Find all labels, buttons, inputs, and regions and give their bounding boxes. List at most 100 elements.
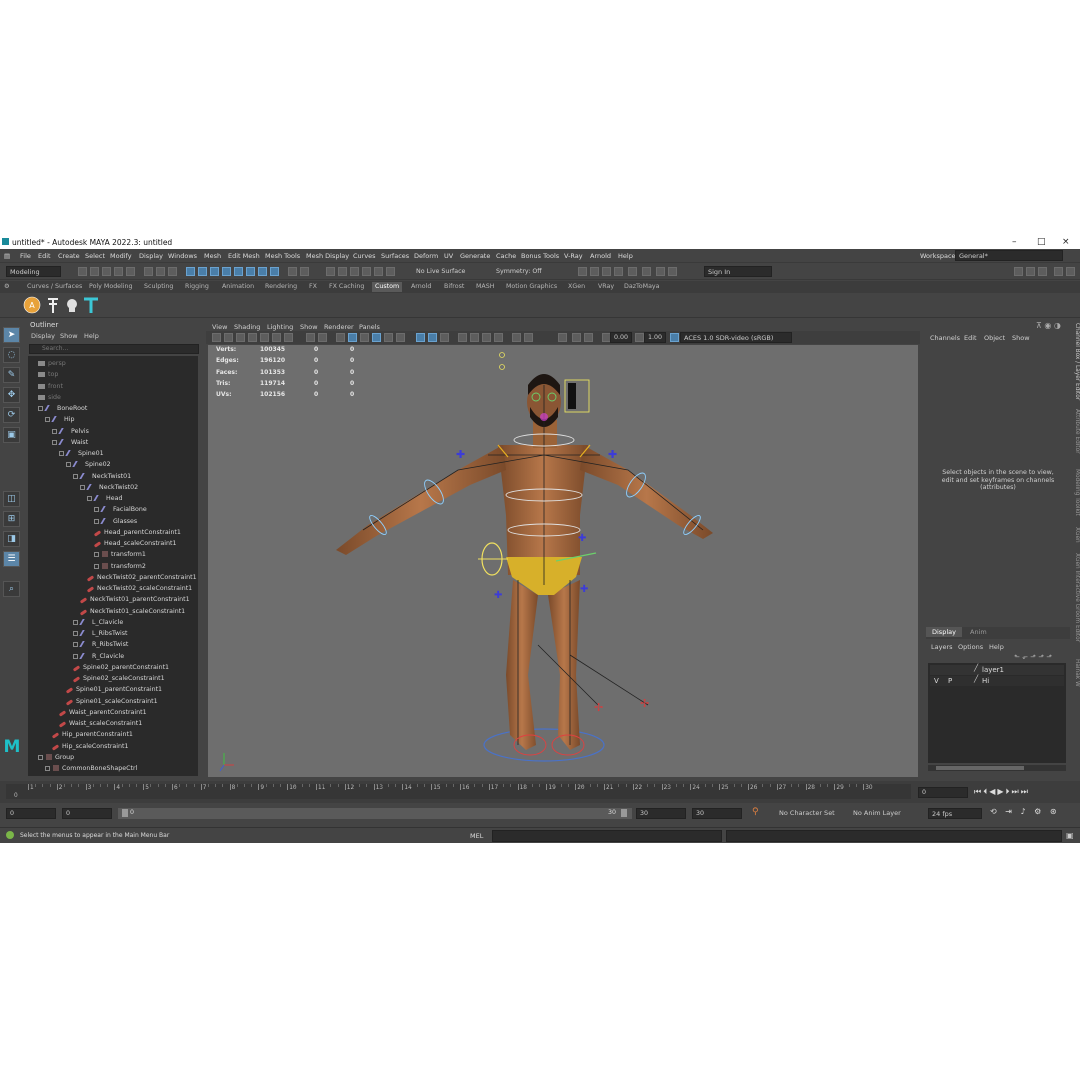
exposure-field[interactable]: 0.00: [610, 332, 632, 343]
film-gate-icon[interactable]: [272, 333, 281, 342]
select-object-icon[interactable]: [156, 267, 165, 276]
snap-projected-icon[interactable]: [362, 267, 371, 276]
tab-sculpting[interactable]: Sculpting: [144, 283, 173, 290]
expand-toggle-icon[interactable]: [45, 766, 50, 771]
expand-toggle-icon[interactable]: [66, 462, 71, 468]
tab-curves-surfaces[interactable]: Curves / Surfaces: [27, 283, 82, 290]
menu-bonus-tools[interactable]: Bonus Tools: [521, 252, 559, 260]
outliner-row[interactable]: Group: [38, 752, 74, 763]
layer-editor-icon[interactable]: [1066, 267, 1075, 276]
outliner-row[interactable]: transform1: [94, 549, 146, 560]
highlight-selection-icon[interactable]: [300, 267, 309, 276]
grid-icon[interactable]: [260, 333, 269, 342]
render-current-frame-icon[interactable]: [578, 267, 587, 276]
shadows-icon[interactable]: [396, 333, 405, 342]
isolate-select-icon[interactable]: [512, 333, 521, 342]
panel-layout-icon[interactable]: [558, 333, 567, 342]
viewport-menu-renderer[interactable]: Renderer: [324, 323, 354, 331]
menu-icon[interactable]: ▤: [4, 252, 10, 260]
outliner-row[interactable]: Head_scaleConstraint1: [93, 538, 177, 549]
new-scene-icon[interactable]: [78, 267, 87, 276]
close-icon[interactable]: ×: [1062, 237, 1070, 247]
menu-create[interactable]: Create: [58, 252, 80, 260]
shelf-settings-icon[interactable]: ⚙: [4, 283, 10, 290]
start-time-field[interactable]: 0: [6, 808, 56, 819]
outliner-row[interactable]: Spine02_parentConstraint1: [72, 662, 169, 673]
outliner-row[interactable]: Hip_scaleConstraint1: [51, 741, 129, 752]
outliner-row[interactable]: BoneRoot: [38, 403, 87, 414]
select-misc-icon[interactable]: [258, 267, 267, 276]
tab-modeling-toolkit[interactable]: Modeling Toolkit: [1070, 469, 1080, 516]
menu-curves[interactable]: Curves: [353, 252, 376, 260]
menu-deform[interactable]: Deform: [414, 252, 438, 260]
range-end-handle[interactable]: [621, 809, 627, 817]
light-editor-icon[interactable]: [656, 267, 665, 276]
fps-dropdown[interactable]: 24 fps: [928, 808, 982, 819]
expand-toggle-icon[interactable]: [52, 428, 57, 434]
channel-box-menu-object[interactable]: Object: [984, 334, 1005, 342]
workspace-dropdown[interactable]: General*: [955, 250, 1063, 261]
outliner-row[interactable]: transform2: [94, 561, 146, 572]
tab-daztomaya[interactable]: DazToMaya: [624, 283, 660, 290]
outliner-row[interactable]: Waist_parentConstraint1: [58, 707, 147, 718]
outliner-row[interactable]: Spine02_scaleConstraint1: [72, 673, 165, 684]
tab-poly-modeling[interactable]: Poly Modeling: [89, 283, 133, 290]
range-start-handle[interactable]: [122, 809, 128, 817]
motion-blur-icon[interactable]: [470, 333, 479, 342]
outliner-row[interactable]: CommonBoneShapeCtrl: [45, 763, 137, 774]
open-scene-icon[interactable]: [90, 267, 99, 276]
frame-selected-icon[interactable]: [584, 333, 593, 342]
layer-playback-toggle[interactable]: P: [948, 677, 952, 685]
paint-select-tool-icon[interactable]: ✎: [3, 367, 20, 383]
frame-all-icon[interactable]: [572, 333, 581, 342]
outliner-row[interactable]: Hip: [45, 414, 74, 425]
character-rig-scene[interactable]: ✚ ✚ ✚ ✚ ✚ ✢ ✢: [208, 345, 918, 777]
expand-toggle-icon[interactable]: [94, 507, 99, 513]
outliner-row[interactable]: Glasses: [94, 516, 137, 527]
viewport-menu-panels[interactable]: Panels: [359, 323, 380, 331]
expand-toggle-icon[interactable]: [73, 642, 78, 648]
attribute-editor-icon[interactable]: [1026, 267, 1035, 276]
xray-icon[interactable]: [416, 333, 425, 342]
menu-mesh-tools[interactable]: Mesh Tools: [265, 252, 300, 260]
layer-name[interactable]: Hi: [982, 677, 989, 685]
tab-animation[interactable]: Animation: [222, 283, 254, 290]
render-settings-icon[interactable]: [602, 267, 611, 276]
arnold-render-icon[interactable]: [628, 267, 637, 276]
expand-toggle-icon[interactable]: [38, 754, 43, 760]
layer-color-icon[interactable]: ╱: [974, 675, 978, 683]
lock-selection-icon[interactable]: [288, 267, 297, 276]
scale-tool-icon[interactable]: ▣: [3, 427, 20, 443]
playback-options-icons[interactable]: ⟲ ⇥ ♪ ⚙ ⊛: [990, 807, 1060, 816]
outliner-row[interactable]: NeckTwist02_scaleConstraint1: [86, 583, 192, 594]
outliner-row[interactable]: Hip_parentConstraint1: [51, 729, 133, 740]
color-space-dropdown[interactable]: ACES 1.0 SDR-video (sRGB): [680, 332, 792, 343]
lasso-tool-icon[interactable]: ◌: [3, 347, 20, 363]
expand-toggle-icon[interactable]: [45, 417, 50, 423]
menu-edit-mesh[interactable]: Edit Mesh: [228, 252, 260, 260]
viewport-menu-view[interactable]: View: [212, 323, 227, 331]
expand-toggle-icon[interactable]: [52, 439, 57, 445]
color-management-icon[interactable]: [670, 333, 679, 342]
character-set-dropdown[interactable]: No Character Set: [776, 808, 848, 819]
menu-vray[interactable]: V-Ray: [564, 252, 583, 260]
outliner-row[interactable]: Spine01_parentConstraint1: [65, 684, 162, 695]
tab-attribute-editor[interactable]: Attribute Editor: [1070, 409, 1080, 454]
outliner-row[interactable]: NeckTwist01_parentConstraint1: [79, 594, 190, 605]
current-frame-field[interactable]: 0: [918, 787, 968, 798]
bookmark-icon[interactable]: [236, 333, 245, 342]
outliner-row[interactable]: NeckTwist02: [80, 482, 138, 493]
select-curves-icon[interactable]: [198, 267, 207, 276]
tab-xgen-groom-editor[interactable]: XGen Interactive Groom Editor: [1070, 553, 1080, 642]
outliner-search-input[interactable]: Search...: [29, 344, 199, 354]
gamma-field[interactable]: 1.00: [644, 332, 666, 343]
undo-icon[interactable]: [114, 267, 123, 276]
tab-display-layers[interactable]: Display: [926, 627, 962, 637]
layer-menu-options[interactable]: Options: [958, 643, 983, 651]
tab-fx[interactable]: FX: [309, 283, 317, 290]
pause-viewport-icon[interactable]: [668, 267, 677, 276]
outliner-row[interactable]: Head: [87, 493, 122, 504]
script-language-toggle[interactable]: MEL: [470, 832, 483, 840]
modeling-toolkit-icon[interactable]: [1014, 267, 1023, 276]
end-time-field[interactable]: 30: [692, 808, 742, 819]
